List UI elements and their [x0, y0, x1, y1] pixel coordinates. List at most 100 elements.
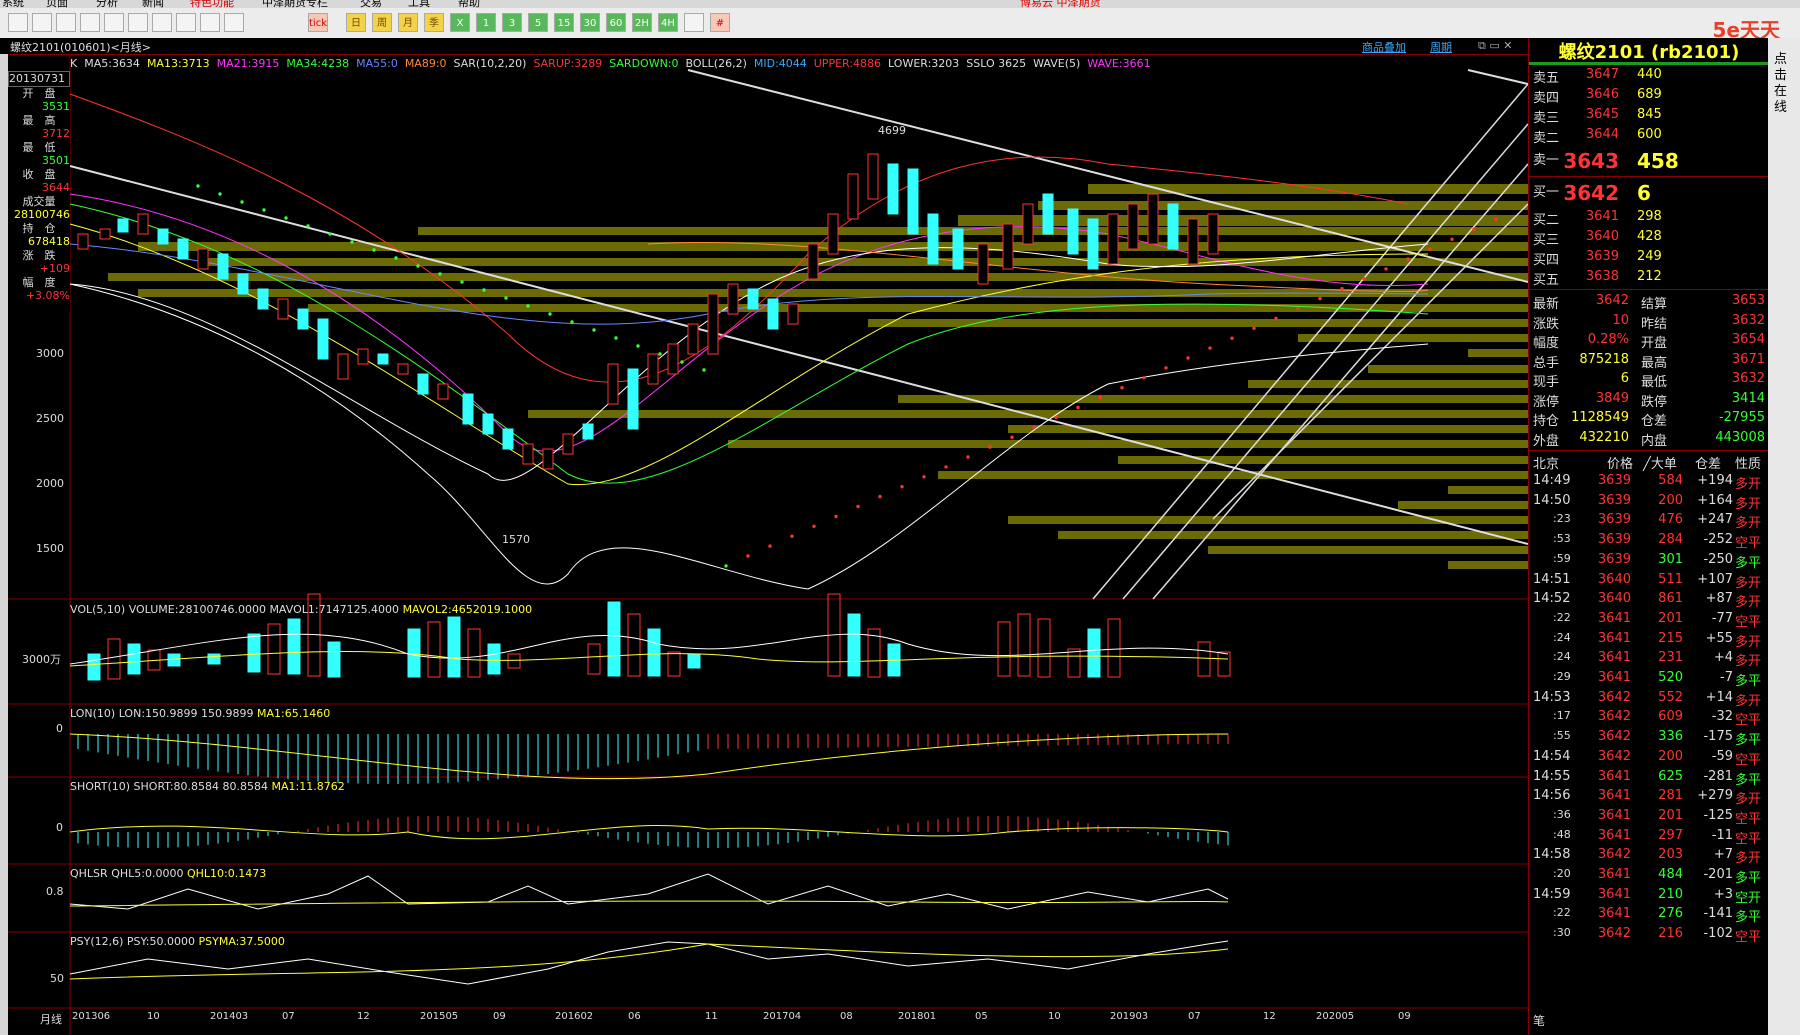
zoom-out-icon[interactable]	[128, 13, 148, 32]
candlestick	[1087, 218, 1099, 270]
grid2-icon[interactable]: #	[710, 13, 730, 32]
stat-value: 1128549	[1571, 410, 1629, 425]
stat-label2: 内盘	[1641, 433, 1668, 449]
waveval-label: WAVE:3661	[1087, 57, 1151, 70]
sar-dot	[1318, 296, 1322, 301]
stat-label2: 昨结	[1641, 316, 1668, 332]
sar-dot	[240, 200, 244, 204]
tick-icon[interactable]: tick	[308, 13, 328, 32]
zoom-in-icon[interactable]	[104, 13, 124, 32]
3m-icon[interactable]: 3	[502, 13, 522, 32]
menu-help[interactable]: 帮助	[458, 0, 480, 8]
menu-news[interactable]: 新闻	[142, 0, 164, 8]
volume-profile-bar	[308, 304, 1528, 312]
stat-label2: 最高	[1641, 355, 1668, 371]
volume-bar	[1037, 618, 1051, 678]
5m-icon[interactable]: 5	[528, 13, 548, 32]
back-icon[interactable]	[8, 13, 28, 32]
quarter-icon[interactable]: 季	[424, 13, 444, 32]
day-icon[interactable]: 日	[346, 13, 366, 32]
line-icon[interactable]	[224, 13, 244, 32]
mavol2-label: MAVOL2:4652019.1000	[402, 603, 533, 616]
sar-dot	[262, 208, 266, 212]
short-value: 80.8584	[222, 780, 269, 793]
sar-dot	[592, 328, 596, 332]
kline-chart[interactable]	[8, 54, 1528, 1035]
tick-price: 3642	[1597, 847, 1631, 863]
overlay-button[interactable]: 商品叠加	[1362, 39, 1406, 55]
wave-label: WAVE(5)	[1033, 57, 1081, 70]
info-pct-label: 幅 度	[22, 275, 56, 289]
tick-row: 14:58 3642 203 +7 多开	[1529, 846, 1769, 866]
menu-trade[interactable]: 交易	[360, 0, 382, 8]
xaxis-tick: 09	[1398, 1011, 1411, 1022]
tick-type: 多开	[1735, 634, 1762, 650]
sar-dot	[1010, 435, 1014, 439]
tick-row: :36 3641 201 -125 空平	[1529, 807, 1769, 827]
volume-profile-bar	[1468, 349, 1528, 357]
1m-icon[interactable]: 1	[476, 13, 496, 32]
tick-oi: +3	[1713, 886, 1733, 902]
month-icon[interactable]: 月	[398, 13, 418, 32]
period-button[interactable]: 周期	[1430, 39, 1452, 55]
candlestick	[462, 393, 474, 425]
xaxis-tick: 201704	[763, 1011, 802, 1022]
info-low-label: 最 低	[22, 140, 56, 154]
toolbar: tick 日周月季 X 1 3 5 15 30 60 2H 4H # 5e天天	[0, 8, 1800, 42]
chart-header: 螺纹2101(010601)<月线> 商品叠加 周期 ⧉ ▭ ✕	[0, 38, 1528, 55]
menu-column[interactable]: 中泽期货专栏	[262, 0, 328, 8]
bid-label: 买四	[1533, 253, 1560, 268]
4h-icon[interactable]: 4H	[658, 13, 678, 32]
candlestick	[1042, 193, 1054, 235]
60m-icon[interactable]: 60	[606, 13, 626, 32]
ma89-label: MA89:0	[404, 57, 447, 70]
stat-label: 幅度	[1533, 336, 1560, 351]
draw-icon[interactable]	[176, 13, 196, 32]
sar-dot	[1494, 217, 1498, 222]
info-chg: +109	[39, 262, 70, 275]
menu-page[interactable]: 页面	[46, 0, 68, 8]
tick-type: 多开	[1735, 792, 1762, 808]
window-controls-icon[interactable]: ⧉ ▭ ✕	[1478, 39, 1512, 53]
stat-value: 3849	[1595, 390, 1629, 406]
15m-icon[interactable]: 15	[554, 13, 574, 32]
stat-value: 0.28%	[1587, 332, 1629, 347]
week-icon[interactable]: 周	[372, 13, 392, 32]
tick-vol: 215	[1658, 630, 1683, 646]
sar-dot	[658, 352, 662, 356]
candlestick	[627, 368, 639, 430]
volume-bar	[1067, 648, 1081, 678]
volume-profile-bar	[1058, 531, 1528, 539]
volume-bar	[647, 628, 661, 677]
tick-vol: 625	[1658, 768, 1683, 784]
trend-line	[1467, 69, 1528, 85]
clock-icon[interactable]	[684, 13, 704, 32]
tick-price: 3639	[1597, 532, 1631, 548]
tick-footer-tab[interactable]: 笔	[1533, 1012, 1545, 1029]
x-icon[interactable]: X	[450, 13, 470, 32]
grid-icon[interactable]	[200, 13, 220, 32]
xaxis-tick: 12	[357, 1011, 370, 1022]
home-icon[interactable]	[32, 13, 52, 32]
2h-icon[interactable]: 2H	[632, 13, 652, 32]
psy-ma: PSYMA:37.5000	[198, 935, 285, 948]
pencil-icon[interactable]	[152, 13, 172, 32]
lon-title: LON(10) LON:150.9899	[70, 707, 198, 720]
side-tab-label[interactable]: 点击在线	[1774, 52, 1790, 116]
chart-icon[interactable]	[56, 13, 76, 32]
tick-price: 3641	[1597, 650, 1631, 666]
menu-features[interactable]: 特色功能	[190, 0, 234, 8]
menu-tools[interactable]: 工具	[408, 0, 430, 8]
left-scroll-strip[interactable]	[0, 54, 8, 1035]
stat-label: 持仓	[1533, 414, 1560, 429]
stat-row: 总手 875218 最高 3671	[1529, 351, 1769, 371]
tick-time: :59	[1553, 551, 1571, 565]
xaxis-tick: 12	[1263, 1011, 1276, 1022]
30m-icon[interactable]: 30	[580, 13, 600, 32]
volume-bar	[167, 653, 181, 667]
menu-system[interactable]: 系统	[2, 0, 24, 8]
main-indicator-line: K MA5:3634 MA13:3713 MA21:3915 MA34:4238…	[70, 57, 1151, 70]
menu-analysis[interactable]: 分析	[96, 0, 118, 8]
side-tab[interactable]: 点击在线	[1768, 38, 1800, 1035]
search-icon[interactable]	[80, 13, 100, 32]
